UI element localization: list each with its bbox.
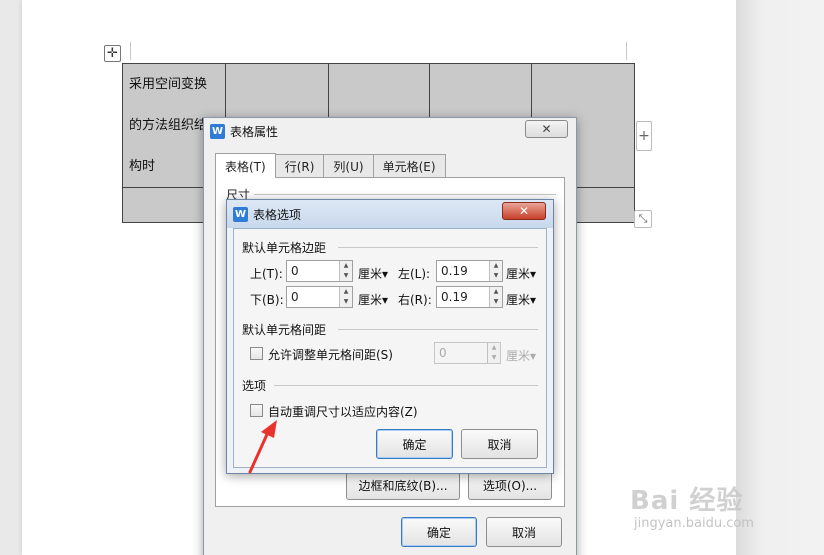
divider bbox=[254, 194, 556, 195]
top-margin-value: 0 bbox=[291, 264, 299, 278]
tab-cell[interactable]: 单元格(E) bbox=[372, 154, 446, 178]
tab-column[interactable]: 列(U) bbox=[323, 154, 374, 178]
resize-table-icon[interactable]: ⤡ bbox=[634, 210, 652, 228]
tab-table[interactable]: 表格(T) bbox=[215, 153, 276, 178]
bottom-margin-input[interactable]: 0 ▲ ▼ bbox=[286, 286, 353, 308]
ok-button[interactable]: 确定 bbox=[376, 429, 453, 459]
auto-resize-checkbox[interactable] bbox=[250, 404, 263, 417]
spacing-group-title: 默认单元格间距 bbox=[242, 323, 327, 337]
bottom-margin-label: 下(B): bbox=[250, 293, 284, 307]
close-button[interactable]: ✕ bbox=[502, 202, 546, 220]
close-button[interactable]: ✕ bbox=[525, 120, 568, 138]
auto-resize-label[interactable]: 自动重调尺寸以适应内容(Z) bbox=[268, 403, 418, 420]
annotation-arrow-icon bbox=[248, 420, 277, 474]
spin-arrows-icon[interactable]: ▲ ▼ bbox=[339, 261, 352, 281]
baidu-watermark: Bai 经验 bbox=[630, 486, 744, 516]
cancel-button[interactable]: 取消 bbox=[461, 429, 538, 459]
top-margin-label: 上(T): bbox=[250, 267, 283, 281]
spin-arrows-icon[interactable]: ▲ ▼ bbox=[489, 261, 502, 281]
options-group-title: 选项 bbox=[242, 379, 267, 393]
add-column-icon[interactable]: + bbox=[636, 121, 652, 151]
tab-bar: 表格(T) 行(R) 列(U) 单元格(E) bbox=[215, 153, 446, 178]
bottom-margin-value: 0 bbox=[291, 290, 299, 304]
left-margin-label: 左(L): bbox=[398, 267, 431, 281]
unit-dropdown[interactable]: 厘米▾ bbox=[506, 265, 536, 282]
ok-button[interactable]: 确定 bbox=[401, 517, 477, 547]
divider bbox=[338, 329, 538, 330]
allow-spacing-checkbox[interactable] bbox=[250, 347, 263, 360]
borders-shading-button[interactable]: 边框和底纹(B)... bbox=[346, 470, 460, 500]
unit-dropdown[interactable]: 厘米▾ bbox=[358, 291, 388, 308]
unit-dropdown[interactable]: 厘米▾ bbox=[506, 291, 536, 308]
options-button[interactable]: 选项(O)... bbox=[468, 470, 552, 500]
spin-arrows-icon[interactable]: ▲ ▼ bbox=[339, 287, 352, 307]
spacing-value: 0 bbox=[439, 346, 447, 360]
left-margin-value: 0.19 bbox=[441, 264, 468, 278]
margins-group-title: 默认单元格边距 bbox=[242, 241, 327, 255]
allow-spacing-label[interactable]: 允许调整单元格间距(S) bbox=[268, 346, 393, 363]
dialog-titlebar[interactable]: W 表格属性 bbox=[204, 118, 576, 144]
cancel-button[interactable]: 取消 bbox=[486, 517, 562, 547]
unit-dropdown: 厘米▾ bbox=[506, 349, 537, 363]
watermark-url: jingyan.baidu.com bbox=[634, 516, 754, 531]
right-margin-value: 0.19 bbox=[441, 290, 468, 304]
dialog-title: 表格属性 bbox=[230, 124, 279, 139]
unit-dropdown[interactable]: 厘米▾ bbox=[358, 265, 388, 282]
dialog-title: 表格选项 bbox=[253, 207, 302, 222]
divider bbox=[338, 247, 538, 248]
margin-mark bbox=[130, 42, 131, 60]
left-margin-input[interactable]: 0.19 ▲ ▼ bbox=[436, 260, 503, 282]
tab-row[interactable]: 行(R) bbox=[274, 154, 325, 178]
spin-arrows-icon[interactable]: ▲ ▼ bbox=[489, 287, 502, 307]
spin-arrows-icon: ▲ ▼ bbox=[487, 343, 500, 363]
divider bbox=[274, 385, 538, 386]
top-margin-input[interactable]: 0 ▲ ▼ bbox=[286, 260, 353, 282]
wps-logo-icon: W bbox=[233, 206, 248, 222]
margin-mark bbox=[626, 42, 627, 60]
wps-logo-icon: W bbox=[210, 123, 225, 139]
table-move-icon[interactable]: ✛ bbox=[104, 45, 121, 62]
close-icon: ✕ bbox=[518, 204, 530, 218]
right-margin-input[interactable]: 0.19 ▲ ▼ bbox=[436, 286, 503, 308]
spacing-input: 0 ▲ ▼ bbox=[434, 342, 501, 364]
right-margin-label: 右(R): bbox=[398, 293, 432, 307]
window-edge bbox=[736, 0, 824, 555]
cell-text-line: 采用空间变换 bbox=[129, 77, 208, 92]
close-icon: ✕ bbox=[541, 122, 552, 136]
